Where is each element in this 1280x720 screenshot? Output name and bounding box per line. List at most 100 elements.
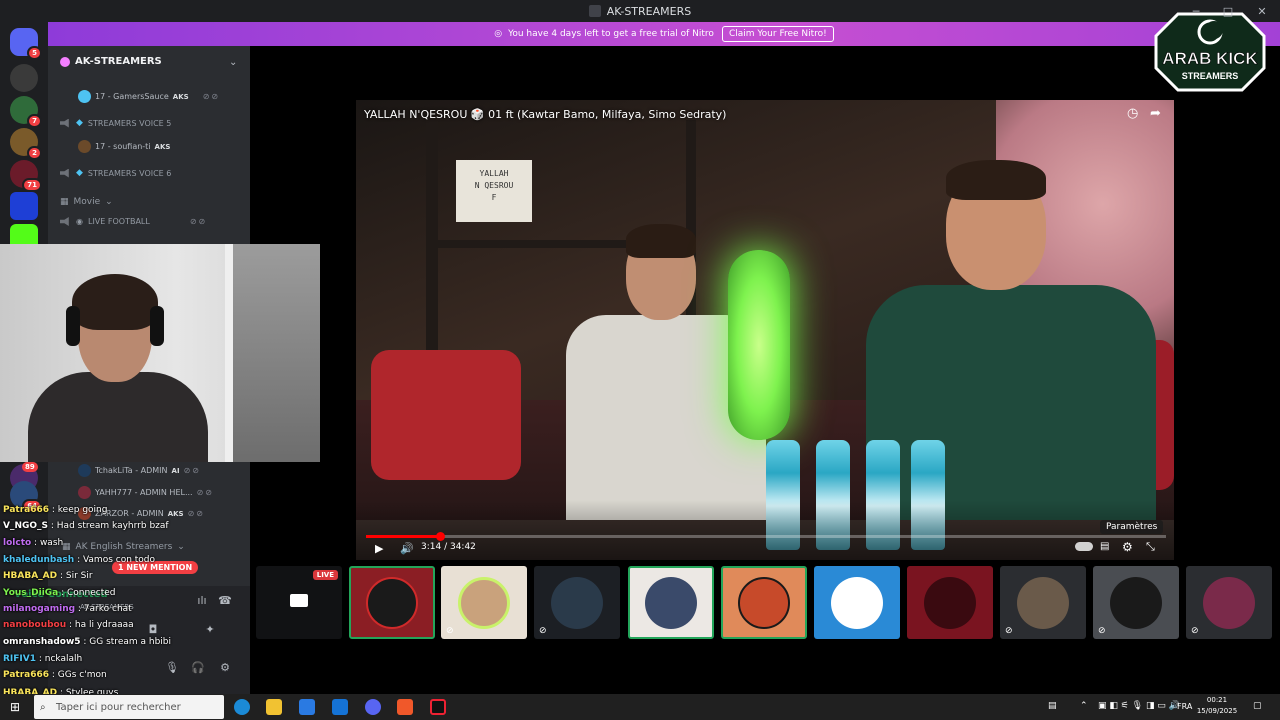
obs-icon[interactable] [430,699,446,715]
chat-message: RIFIV1 : nckalalh [3,654,82,664]
participant-tile[interactable] [814,566,900,639]
claim-nitro-button[interactable]: Claim Your Free Nitro! [721,26,834,42]
minimize-icon[interactable]: ─ [1180,0,1212,22]
chat-text: : keep going [49,505,108,515]
participant-tile[interactable] [349,566,435,639]
chat-username: omranshadow5 [3,637,81,647]
chat-text: : nckalalh [36,654,83,664]
disconnect-icon[interactable]: ☎ [215,594,235,610]
speaker-icon [60,217,69,226]
mute-icon: ⊘ [446,626,454,636]
microphone-icon[interactable]: 🎙 [162,661,182,677]
video-title: YALLAH N'QESROU 🎲 01 ft (Kawtar Bamo, Mi… [364,108,727,121]
headphones-icon[interactable]: 🎧 [188,661,208,677]
screen-share-icon [290,594,308,607]
participant-tile[interactable] [721,566,807,639]
share-icon[interactable]: ➦ [1150,106,1161,121]
watch-later-icon[interactable]: ◷ [1127,106,1138,121]
settings-gear-icon[interactable]: ⚙ [1122,540,1133,554]
voice-user[interactable]: YAHH777 - ADMIN HEL... ⊘⊘ [78,486,214,499]
chat-username: HBABA_AD [3,571,58,581]
home-badge: 5 [27,46,42,60]
nitro-banner-text: You have 4 days left to get a free trial… [508,29,714,39]
participant-tile[interactable]: ⊘ [1000,566,1086,639]
chat-text: : GGs c'mon [49,670,107,680]
tray-chevron-up-icon[interactable]: ⌃ [1080,701,1088,711]
server-name-header[interactable]: AK-STREAMERS [60,56,162,67]
store-icon[interactable] [299,699,315,715]
window-title: AK-STREAMERS [606,4,692,18]
server-icon-gold[interactable]: 2 [10,128,42,160]
participant-tile[interactable]: ⊘ [534,566,620,639]
speaker-icon [60,118,69,128]
video-progress-bar[interactable] [366,532,1166,541]
mute-icon: ⊘ [1098,626,1106,636]
activity-icon[interactable]: ✦ [200,623,220,639]
chat-message: HBABA_AD : Sir Sir [3,571,93,581]
tray-icons[interactable]: ▣ ◧ ⚟ 🎙 ◨ ▭ 🔊 [1098,701,1180,711]
mail-icon[interactable] [332,699,348,715]
chat-text: : Connected [58,588,116,598]
voice-channel-5[interactable]: ◆ STREAMERS VOICE 5 [60,118,171,128]
chat-message: Yous_DiiGa : Connected [3,588,115,598]
subtitles-icon[interactable]: ▤ [1100,541,1109,552]
live-badge: LIVE [312,570,338,580]
chat-message: khaledunbash : Vamos con todo [3,555,155,565]
mute-icon: ⊘⊘ [187,509,205,518]
exit-fullscreen-icon[interactable]: ⤡ [1146,540,1155,554]
voice-user[interactable]: 17 - GamersSauce AKS ⊘⊘ [78,90,220,103]
play-icon[interactable]: ▶ [375,542,383,555]
voice-user[interactable]: 17 - soufian-ti AKS [78,140,170,153]
participant-tile[interactable]: ⊘ [1093,566,1179,639]
chevron-down-icon[interactable]: ⌄ [229,57,237,68]
chat-username: Patra666 [3,505,50,515]
server-icon-blue[interactable] [10,192,38,220]
autoplay-toggle[interactable] [1075,542,1093,551]
participant-tile[interactable] [907,566,993,639]
server-icon [60,56,70,67]
progress-fill [366,535,441,538]
mute-icon: ⊘ [1191,626,1199,636]
windows-start-icon[interactable]: ⊞ [10,700,24,714]
language-indicator[interactable]: FRA [1177,702,1192,711]
participant-tile[interactable]: ⊘ [1186,566,1272,639]
voice-channel-live-football[interactable]: ◉ LIVE FOOTBALL ⊘⊘ [60,217,207,226]
discord-taskbar-icon[interactable] [365,699,381,715]
category-english-streamers[interactable]: ▦ AK English Streamers ⌄ [62,542,185,552]
video-player[interactable]: YALLAH N QESROU F [356,100,1174,560]
chat-text: : Had stream kayhrrb bzaf [48,521,169,531]
chat-username: Patra666 [3,670,50,680]
participant-tile[interactable] [628,566,714,639]
chevron-down-icon: ⌄ [105,197,113,207]
voice-user[interactable]: TchakLiTa - ADMIN AI ⊘⊘ [78,464,201,477]
chat-message: milanogaming : 7arko chat [3,604,132,614]
server-icon-asla[interactable] [10,64,38,92]
voice-wave-icon[interactable]: ılı [192,594,212,610]
maximize-icon[interactable]: □ [1212,0,1244,22]
edge-icon[interactable] [234,699,250,715]
taskbar-search-input[interactable]: ⌕ Taper ici pour rechercher [34,695,224,719]
chat-text: : 7arko chat [75,604,132,614]
video-time: 3:14 / 34:42 [421,542,476,552]
notifications-icon[interactable]: ▢ [1253,701,1262,711]
server-icon-green[interactable]: 7 [10,96,42,128]
avatar [831,576,883,629]
news-icon[interactable]: ▤ [1048,701,1057,711]
category-movie[interactable]: ▦ Movie ⌄ [60,197,113,207]
server-badge: 2 [27,146,42,160]
file-explorer-icon[interactable] [266,699,282,715]
chat-username: V_NGO_S [3,521,49,531]
close-icon[interactable]: ✕ [1246,0,1278,22]
screen-share-tile[interactable]: LIVE [256,566,342,639]
server-badge: 89 [22,462,38,472]
volume-icon[interactable]: 🔊 [400,542,414,555]
taskbar-clock[interactable]: 00:21 15/09/2025 [1192,695,1242,717]
discord-home-icon[interactable]: 5 [10,28,42,60]
participant-tile[interactable]: ⊘ [441,566,527,639]
brave-icon[interactable] [397,699,413,715]
mute-icon: ⊘ [539,626,547,636]
chat-text: : wash [31,538,64,548]
settings-gear-icon[interactable]: ⚙ [215,661,235,677]
server-icon-red[interactable]: 71 [10,160,42,192]
voice-channel-6[interactable]: ◆ STREAMERS VOICE 6 [60,168,171,178]
